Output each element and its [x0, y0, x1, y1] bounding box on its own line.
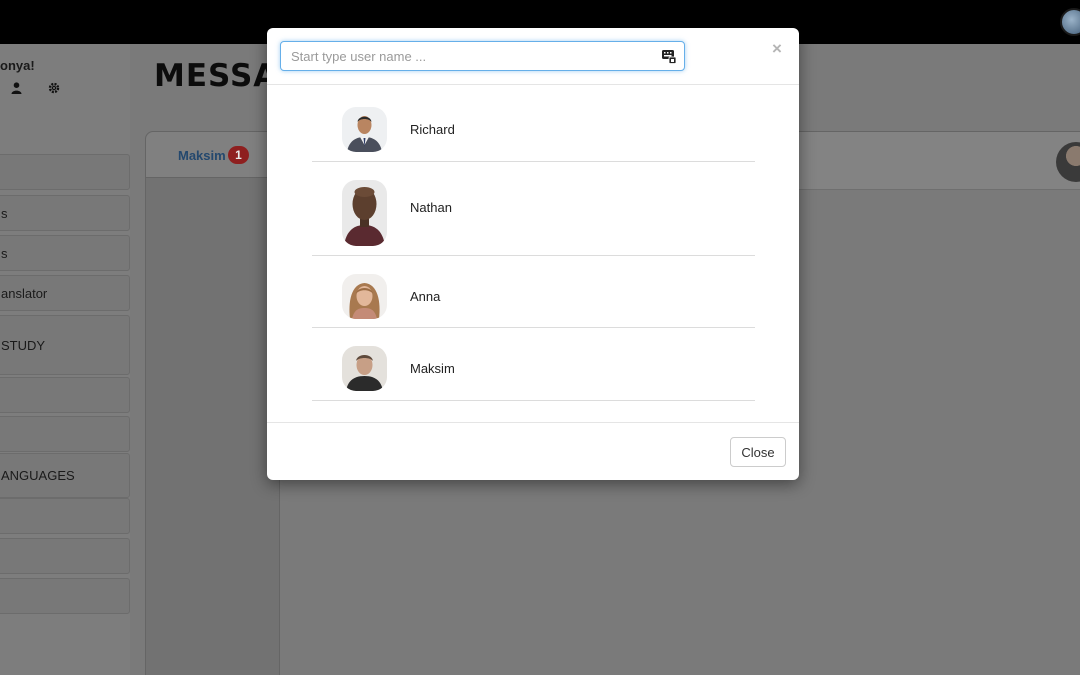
greeting-text: onya! — [0, 58, 35, 73]
sidebar-item-label: s — [1, 245, 8, 261]
sidebar-item-label: anslator — [1, 285, 48, 301]
avatar — [342, 346, 387, 391]
sidebar-icons — [0, 82, 130, 102]
sidebar-item-label: s — [1, 205, 8, 221]
list-item[interactable]: Anna — [312, 256, 755, 328]
sidebar: onya! s s anslator STUDY ANGUAGES — [0, 44, 130, 675]
user-search-modal: × Richard — [267, 28, 799, 480]
sidebar-item-9[interactable] — [0, 498, 130, 534]
app-title: MESSA — [154, 58, 279, 94]
close-button[interactable]: Close — [730, 437, 786, 467]
avatar — [342, 180, 387, 246]
list-item[interactable]: Maksim — [312, 328, 755, 401]
sidebar-item-label: STUDY — [1, 337, 46, 353]
sidebar-item-1[interactable] — [0, 154, 130, 190]
sidebar-item-3[interactable]: s — [0, 235, 130, 271]
close-icon[interactable]: × — [772, 39, 782, 59]
sidebar-item-6[interactable] — [0, 377, 130, 413]
sidebar-item-2[interactable]: s — [0, 195, 130, 231]
chat-tab-name: Maksim — [178, 148, 226, 163]
chat-list-column — [146, 178, 280, 675]
user-list: Richard Nathan Anna Maksim — [312, 85, 755, 401]
user-name: Richard — [410, 122, 455, 137]
modal-header: × — [267, 28, 799, 85]
chat-tab-maksim[interactable]: Maksim 1 — [146, 132, 280, 178]
user-name: Anna — [410, 289, 441, 304]
sidebar-item-label: ANGUAGES — [1, 468, 75, 483]
modal-footer: Close — [267, 422, 799, 480]
avatar — [342, 107, 387, 152]
sidebar-item-study[interactable]: STUDY — [0, 315, 130, 375]
keyboard-icon[interactable] — [661, 48, 677, 64]
list-item[interactable]: Richard — [312, 85, 755, 162]
sidebar-item-7[interactable] — [0, 416, 130, 452]
user-name: Maksim — [410, 361, 455, 376]
user-icon[interactable] — [11, 82, 22, 97]
unread-badge: 1 — [228, 146, 249, 164]
sidebar-item-10[interactable] — [0, 538, 130, 574]
gear-icon[interactable] — [48, 82, 60, 97]
globe-icon[interactable] — [1060, 8, 1080, 36]
sidebar-item-translator[interactable]: anslator — [0, 275, 130, 311]
user-search-input[interactable] — [280, 41, 685, 71]
avatar — [342, 274, 387, 319]
list-item[interactable]: Nathan — [312, 162, 755, 256]
sidebar-item-11[interactable] — [0, 578, 130, 614]
user-name: Nathan — [410, 200, 452, 215]
sidebar-item-languages[interactable]: ANGUAGES — [0, 453, 130, 498]
